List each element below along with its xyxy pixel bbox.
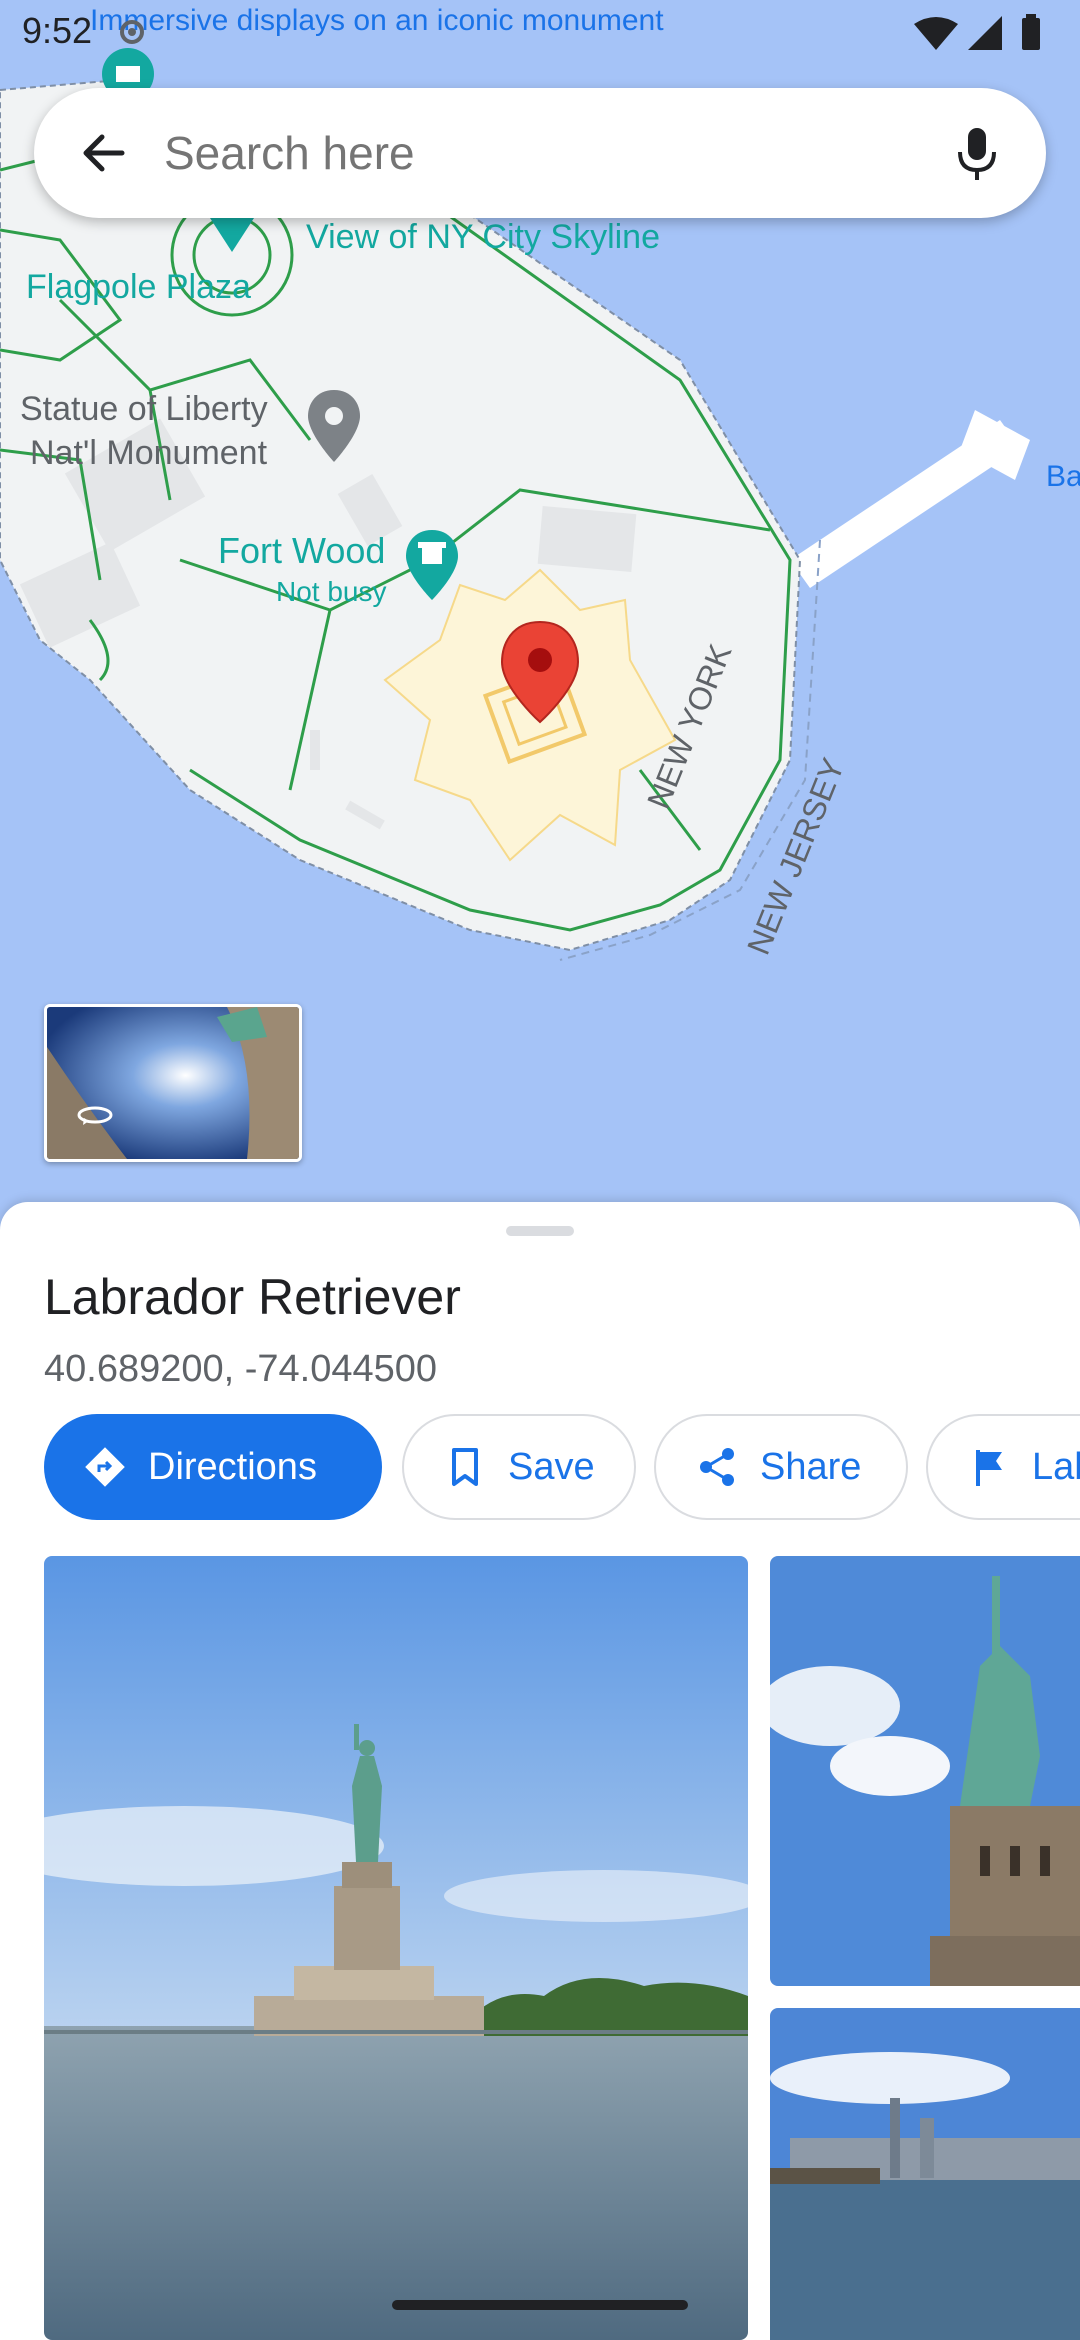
share-icon [692,1442,742,1492]
360-rotate-icon [75,1103,115,1127]
gesture-navigation-bar[interactable] [392,2300,688,2310]
back-arrow-icon[interactable] [74,123,134,183]
wifi-icon [914,17,958,50]
map-label-fort-status: Not busy [276,576,387,607]
street-view-thumbnail[interactable] [44,1004,302,1162]
map-label-statue-line2[interactable]: Nat'l Monument [30,434,267,473]
save-label: Save [508,1445,595,1488]
label-button[interactable]: Label [926,1414,1080,1520]
place-coordinates: 40.689200, -74.044500 [44,1348,438,1390]
flag-icon [964,1442,1014,1492]
status-time: 9:52 [22,10,93,51]
place-bottom-sheet[interactable]: Labrador Retriever 40.689200, -74.044500… [0,1202,1080,2340]
directions-button[interactable]: Directions [44,1414,382,1520]
sheet-drag-handle[interactable] [506,1226,574,1236]
status-icons [914,14,1054,54]
microphone-icon[interactable] [942,118,1012,188]
directions-diamond-icon [80,1442,130,1492]
status-bar: 9:52 Immersive displays on an iconic mon… [0,0,1080,66]
label-text: Label [1032,1445,1080,1488]
bookmark-icon [440,1442,490,1492]
photo-main[interactable] [44,1556,748,2340]
search-bar[interactable] [34,88,1046,218]
map-label-flagpole[interactable]: Flagpole Plaza [26,268,251,307]
share-button[interactable]: Share [654,1414,908,1520]
save-button[interactable]: Save [402,1414,636,1520]
map-label-statue-line1[interactable]: Statue of Liberty [20,390,268,429]
map-label-edge: Ba [1046,460,1080,493]
photo-statue-closeup[interactable] [770,1556,1080,1986]
map-banner-text[interactable]: Immersive displays on an iconic monument [90,4,664,38]
directions-label: Directions [148,1445,317,1488]
share-label: Share [760,1445,862,1488]
place-title: Labrador Retriever [44,1269,461,1325]
map-label-skyline[interactable]: View of NY City Skyline [306,218,660,257]
battery-icon [1022,18,1040,50]
settings-gear-icon [114,14,150,50]
cellular-signal-icon [968,16,1002,50]
map-label-fort-wood[interactable]: Fort Wood [218,530,385,572]
search-input[interactable] [164,88,924,218]
photo-skyline[interactable] [770,2008,1080,2340]
